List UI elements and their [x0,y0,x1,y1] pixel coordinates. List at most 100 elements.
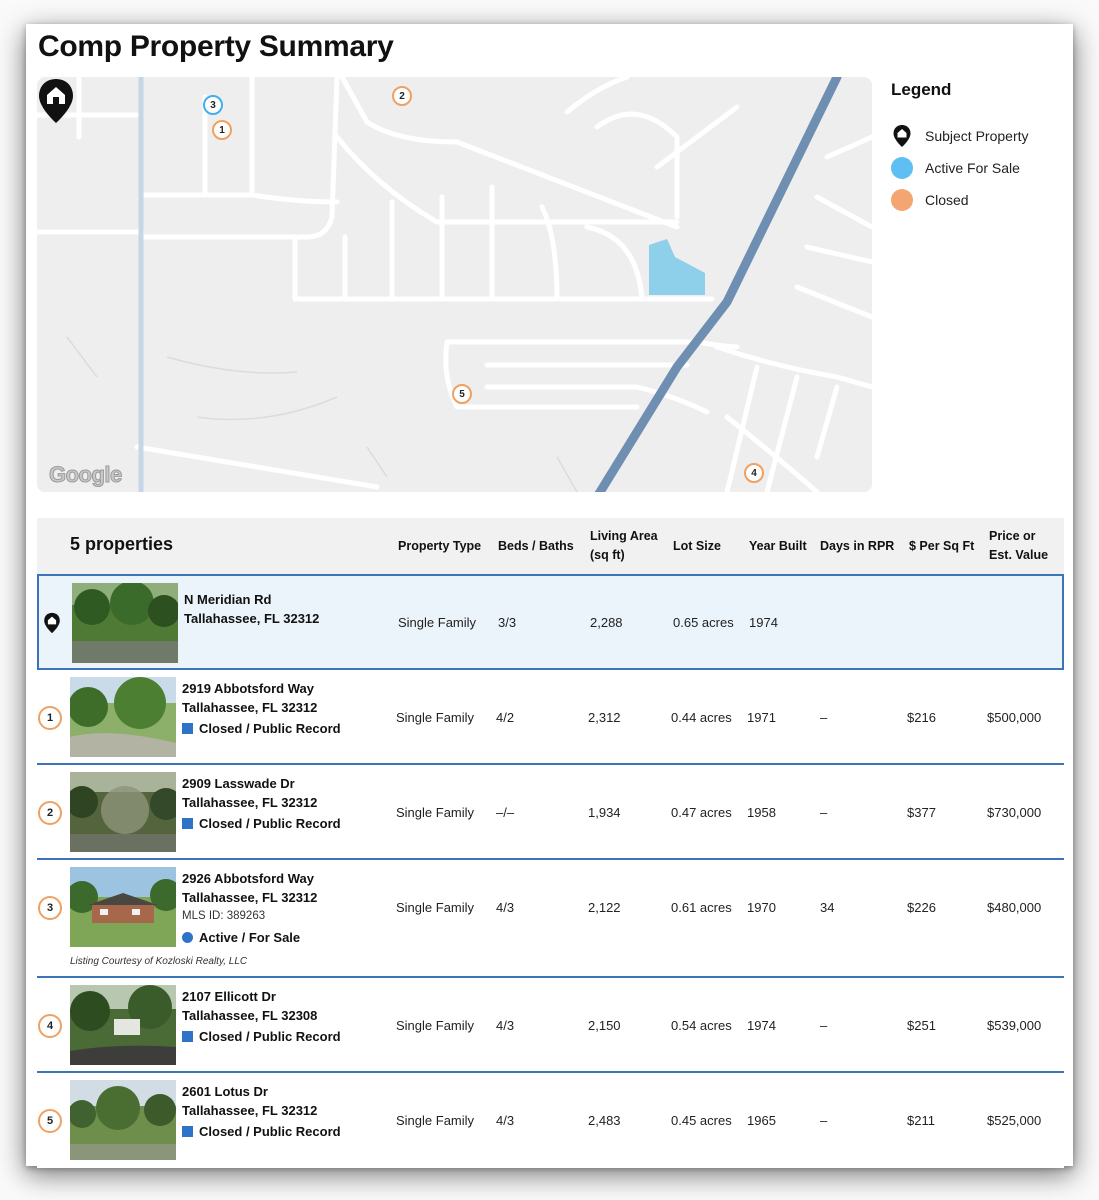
legend-title: Legend [891,80,952,99]
subject-property-marker[interactable] [37,77,75,125]
cell-property-type: Single Family [396,1113,475,1128]
header-days-in-rpr[interactable]: Days in RPR [820,537,894,556]
table-row[interactable]: 5 2601 Lotus Dr Tallahassee, FL 32312 Cl… [37,1073,1064,1168]
map-pin-2[interactable]: 2 [392,86,412,106]
header-beds-baths[interactable]: Beds / Baths [498,537,574,556]
table-row[interactable]: 1 2919 Abbotsford Way Tallahassee, FL 32… [37,670,1064,765]
cell-per-sq-ft: $251 [907,1018,936,1033]
cell-price: $500,000 [987,710,1042,725]
cell-property-type: Single Family [396,805,475,820]
table-row[interactable]: 4 2107 Ellicott Dr Tallahassee, FL 32308… [37,978,1064,1073]
page-title: Comp Property Summary [38,30,394,63]
legend-item-subject: Subject Property [891,120,1061,152]
street-address: 2926 Abbotsford Way [182,871,314,886]
map-pin-1[interactable]: 1 [212,120,232,140]
cell-days-in-rpr: – [820,710,828,725]
cell-price: $539,000 [987,1018,1042,1033]
header-price[interactable]: Price or Est. Value [989,527,1048,565]
cell-living-area: 2,312 [588,710,621,725]
cell-property-type: Single Family [398,615,477,630]
cell-living-area: 1,934 [588,805,621,820]
legend-item-active: Active For Sale [891,152,1061,184]
comp-summary-card: Comp Property Summary Google 3 1 2 5 4 L… [26,24,1073,1168]
mls-id: MLS ID: 389263 [182,910,266,922]
comp-number-badge: 3 [38,896,62,920]
comp-number-badge: 1 [38,706,62,730]
closed-status-icon [182,1031,193,1042]
closed-status-icon [182,818,193,829]
city-state-zip: Tallahassee, FL 32312 [184,611,320,626]
map-view[interactable]: Google 3 1 2 5 4 [37,77,872,492]
status-badge: Active / For Sale [182,928,317,947]
status-badge: Closed / Public Record [182,814,341,833]
status-text: Active / For Sale [199,930,301,945]
cell-lot-size: 0.47 acres [671,805,732,820]
header-property-type[interactable]: Property Type [398,537,481,556]
closed-status-icon [182,723,193,734]
cell-beds-baths: 4/2 [496,710,515,725]
map-pin-4[interactable]: 4 [744,463,764,483]
street-address: 2919 Abbotsford Way [182,681,314,696]
legend-label-subject: Subject Property [925,128,1029,144]
header-year-built[interactable]: Year Built [749,537,807,556]
cell-price: $730,000 [987,805,1042,820]
cell-days-in-rpr: – [820,1113,828,1128]
comp-address: 2107 Ellicott Dr Tallahassee, FL 32308 C… [182,987,341,1046]
cell-year-built: 1970 [747,900,776,915]
comp-address: 2926 Abbotsford Way Tallahassee, FL 3231… [182,869,317,947]
comp-number-badge: 4 [38,1014,62,1038]
header-per-sq-ft[interactable]: $ Per Sq Ft [909,537,974,556]
cell-price: $480,000 [987,900,1042,915]
status-badge: Closed / Public Record [182,1122,341,1141]
cell-per-sq-ft: $216 [907,710,936,725]
street-address: 2909 Lasswade Dr [182,776,295,791]
cell-property-type: Single Family [396,900,475,915]
listing-courtesy: Listing Courtesy of Kozloski Realty, LLC [70,956,248,967]
cell-price: $525,000 [987,1113,1042,1128]
cell-lot-size: 0.45 acres [671,1113,732,1128]
property-photo[interactable] [70,677,176,757]
city-state-zip: Tallahassee, FL 32312 [182,700,318,715]
cell-year-built: 1971 [747,710,776,725]
status-text: Closed / Public Record [199,1029,341,1044]
property-photo[interactable] [70,1080,176,1160]
cell-living-area: 2,483 [588,1113,621,1128]
legend-label-active: Active For Sale [925,160,1020,176]
comp-number-badge: 2 [38,801,62,825]
map-pin-5[interactable]: 5 [452,384,472,404]
closed-status-icon [182,1126,193,1137]
cell-days-in-rpr: – [820,1018,828,1033]
property-photo[interactable] [72,583,178,663]
comp-number-badge: 5 [38,1109,62,1133]
cell-property-type: Single Family [396,710,475,725]
status-badge: Closed / Public Record [182,1027,341,1046]
comp-address: 2909 Lasswade Dr Tallahassee, FL 32312 C… [182,774,341,833]
table-row[interactable]: 2 2909 Lasswade Dr Tallahassee, FL 32312… [37,765,1064,860]
map-pin-3[interactable]: 3 [203,95,223,115]
comp-address: 2601 Lotus Dr Tallahassee, FL 32312 Clos… [182,1082,341,1141]
subject-address: N Meridian Rd Tallahassee, FL 32312 [184,590,319,628]
header-price-line1: Price or [989,529,1036,543]
property-photo[interactable] [70,867,176,947]
header-lot-size[interactable]: Lot Size [673,537,721,556]
cell-year-built: 1965 [747,1113,776,1128]
city-state-zip: Tallahassee, FL 32312 [182,890,318,905]
property-photo[interactable] [70,985,176,1065]
city-state-zip: Tallahassee, FL 32308 [182,1008,318,1023]
cell-days-in-rpr: 34 [820,900,835,915]
cell-living-area: 2,288 [590,615,623,630]
cell-lot-size: 0.65 acres [673,615,734,630]
cell-living-area: 2,122 [588,900,621,915]
active-status-icon [182,932,193,943]
cell-beds-baths: 4/3 [496,1113,515,1128]
subject-row[interactable]: N Meridian Rd Tallahassee, FL 32312 Sing… [37,574,1064,670]
header-price-line2: Est. Value [989,548,1049,562]
cell-year-built: 1974 [749,615,778,630]
cell-beds-baths: –/– [496,805,515,820]
property-photo[interactable] [70,772,176,852]
city-state-zip: Tallahassee, FL 32312 [182,795,318,810]
header-living-area[interactable]: Living Area (sq ft) [590,527,658,565]
comp-address: 2919 Abbotsford Way Tallahassee, FL 3231… [182,679,341,738]
table-row[interactable]: 3 2926 Abbotsford Way Tallahassee, FL 32… [37,860,1064,978]
map-roads [37,77,872,492]
